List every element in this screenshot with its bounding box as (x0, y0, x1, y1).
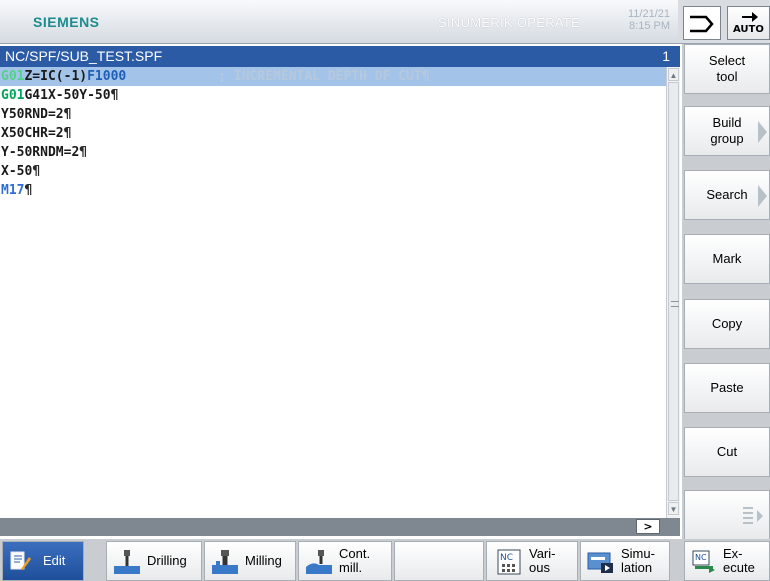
drilling-icon (114, 550, 140, 574)
line-end-mark: ¶ (32, 164, 41, 179)
vertical-scrollbar[interactable]: ▲ ▼ (666, 67, 680, 518)
simulation-icon (587, 552, 613, 573)
line-end-mark: ¶ (63, 126, 72, 141)
search-button[interactable]: Search (684, 170, 770, 220)
horizontal-softkey-bar: Edit Drilling Milling Cont. mill. NC Var… (0, 539, 770, 581)
siemens-logo: SIEMENS (33, 14, 100, 30)
edit-icon (10, 551, 31, 570)
softkey-label: Vari- ous (529, 546, 556, 575)
line-end-mark: ¶ (24, 183, 33, 198)
softkey-label: Simu- lation (621, 546, 655, 575)
scroll-right-button[interactable]: > (636, 519, 660, 534)
program-editor[interactable]: G01Z=IC(-1)F1000; INCREMENTAL DEPTH OF C… (0, 67, 666, 518)
header-date: 11/21/21 (627, 8, 670, 20)
channel-number: 1 (662, 48, 670, 64)
drilling-button[interactable]: Drilling (106, 541, 202, 581)
mode-label: AUTO (733, 24, 764, 35)
milling-button[interactable]: Milling (204, 541, 296, 581)
gcode-token: G01 (1, 88, 25, 103)
submenu-arrow-icon (758, 121, 767, 143)
scroll-up-icon[interactable]: ▲ (668, 68, 679, 81)
horizontal-scroll-area: > (0, 518, 680, 536)
header-right: AUTO (678, 0, 770, 44)
softkey-label: Cut (716, 444, 738, 459)
path-bar: NC/SPF/SUB_TEST.SPF 1 (0, 46, 680, 67)
softkey-label: Paste (710, 380, 744, 395)
mark-button[interactable]: Mark (684, 234, 770, 284)
various-button[interactable]: NC Vari- ous (486, 541, 578, 581)
simulation-button[interactable]: Simu- lation (580, 541, 670, 581)
header-bar: SIEMENS SINUMERIK OPERATE 11/21/21 8:15 … (0, 0, 678, 44)
softkey-label: Cont. mill. (339, 546, 371, 575)
code-line[interactable]: M17¶ (0, 181, 666, 200)
execute-icon: NC (692, 550, 715, 573)
edit-button[interactable]: Edit (2, 541, 84, 581)
return-arrow-icon (690, 15, 714, 33)
softkey-label: Copy (711, 316, 743, 331)
nc-various-icon: NC (497, 549, 521, 575)
line-end-mark: ¶ (79, 145, 88, 160)
select-tool-button[interactable]: Select tool (684, 44, 770, 94)
paste-button[interactable]: Paste (684, 363, 770, 413)
code-text: X-50 (1, 164, 33, 179)
code-line[interactable]: X-50¶ (0, 162, 666, 181)
line-end-mark: ¶ (63, 107, 72, 122)
more-softkeys-button[interactable] (684, 490, 770, 540)
svg-text:NC: NC (695, 553, 707, 562)
softkey-label: Search (706, 187, 748, 202)
scroll-track[interactable] (668, 82, 679, 501)
gcode-token: G01 (1, 69, 25, 84)
cut-button[interactable]: Cut (684, 427, 770, 477)
code-text: M17 (1, 183, 25, 198)
empty-softkey[interactable] (394, 541, 484, 581)
scroll-down-icon[interactable]: ▼ (668, 502, 679, 515)
arrow-right-icon (742, 12, 758, 22)
header-time: 8:15 PM (629, 20, 670, 32)
execute-button[interactable]: NC Ex- ecute (684, 541, 770, 581)
softkey-label: Mark (712, 251, 742, 266)
softkey-label: Edit (43, 553, 66, 568)
file-path: NC/SPF/SUB_TEST.SPF (5, 48, 163, 64)
vertical-softkey-bar: Select tool Build group Search Mark Copy… (682, 44, 770, 540)
softkey-label: Milling (245, 553, 282, 568)
code-line[interactable]: G01G41X-50Y-50¶ (0, 86, 666, 105)
milling-icon (212, 550, 238, 574)
scroll-grip-icon (671, 301, 679, 307)
code-text: Y50RND=2 (1, 107, 64, 122)
contour-milling-icon (306, 550, 332, 574)
code-text: G41X-50Y-50 (24, 88, 111, 103)
code-line[interactable]: X50CHR=2¶ (0, 124, 666, 143)
build-group-button[interactable]: Build group (684, 106, 770, 156)
contour-milling-button[interactable]: Cont. mill. (298, 541, 392, 581)
softkey-label: Select tool (708, 53, 746, 84)
code-text: Z=IC(-1) (24, 69, 88, 84)
code-comment: ; INCREMENTAL DEPTH OF CUT (218, 69, 422, 84)
code-line[interactable]: G01Z=IC(-1)F1000 ; INCREMENTAL DEPTH OF C… (0, 67, 666, 86)
svg-text:NC: NC (500, 553, 513, 563)
code-text: Y-50RNDM=2 (1, 145, 80, 160)
copy-button[interactable]: Copy (684, 299, 770, 349)
line-end-mark: ¶ (110, 88, 119, 103)
line-end-mark: ¶ (421, 69, 430, 84)
softkey-label: Build group (710, 115, 744, 146)
code-text: X50CHR=2 (1, 126, 64, 141)
feed-token: F1000 (87, 69, 127, 84)
code-line[interactable]: Y50RND=2¶ (0, 105, 666, 124)
softkey-label: Ex- ecute (723, 546, 755, 575)
code-line[interactable]: Y-50RNDM=2¶ (0, 143, 666, 162)
operating-area-button[interactable] (683, 6, 721, 40)
softkey-label: Drilling (147, 553, 187, 568)
product-title: SINUMERIK OPERATE (438, 15, 581, 30)
mode-auto-button[interactable]: AUTO (727, 6, 770, 40)
submenu-arrow-icon (758, 185, 767, 207)
more-arrow-icon (743, 507, 763, 524)
